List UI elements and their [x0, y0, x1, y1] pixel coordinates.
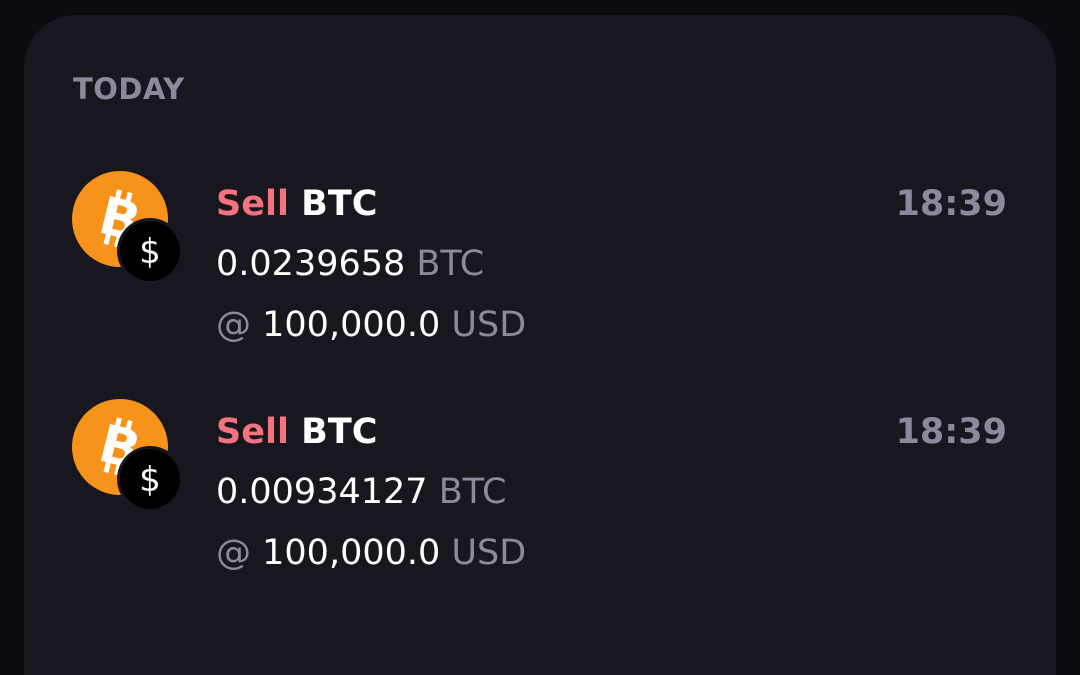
dollar-icon: $	[120, 449, 180, 509]
trade-price-unit: USD	[451, 533, 527, 573]
trade-price: 100,000.0	[262, 533, 441, 573]
trade-amount-line: 0.0239658 BTC	[216, 241, 484, 287]
dollar-icon: $	[120, 221, 180, 281]
trade-amount-unit: BTC	[416, 244, 485, 284]
trade-amount-line: 0.00934127 BTC	[216, 469, 506, 515]
trade-price-unit: USD	[451, 305, 527, 345]
trade-list-item[interactable]: B $ Sell BTC 18:39 0.00934127 BTC @ 100,…	[24, 393, 1056, 593]
trade-asset: BTC	[301, 412, 378, 452]
trade-title: Sell BTC	[216, 181, 377, 227]
trade-price-line: @ 100,000.0 USD	[216, 302, 526, 348]
trade-amount: 0.00934127	[216, 472, 428, 512]
trade-asset: BTC	[301, 184, 378, 224]
svg-text:$: $	[139, 232, 161, 272]
trade-side: Sell	[216, 184, 289, 224]
trade-time: 18:39	[895, 184, 1007, 224]
trade-side: Sell	[216, 412, 289, 452]
at-symbol: @	[216, 305, 251, 345]
asset-pair-icon: B $	[72, 171, 180, 281]
svg-text:$: $	[139, 460, 161, 500]
trade-price-line: @ 100,000.0 USD	[216, 530, 526, 576]
trade-time: 18:39	[895, 412, 1007, 452]
trade-title: Sell BTC	[216, 409, 377, 455]
asset-pair-icon: B $	[72, 399, 180, 509]
trade-amount: 0.0239658	[216, 244, 406, 284]
trade-price: 100,000.0	[262, 305, 441, 345]
trade-history-card: TODAY B $ Sell BTC 18:39 0.0239658 BTC @…	[24, 15, 1056, 675]
trade-amount-unit: BTC	[438, 472, 507, 512]
section-header-today: TODAY	[73, 72, 185, 106]
at-symbol: @	[216, 533, 251, 573]
trade-list-item[interactable]: B $ Sell BTC 18:39 0.0239658 BTC @ 100,0…	[24, 165, 1056, 365]
